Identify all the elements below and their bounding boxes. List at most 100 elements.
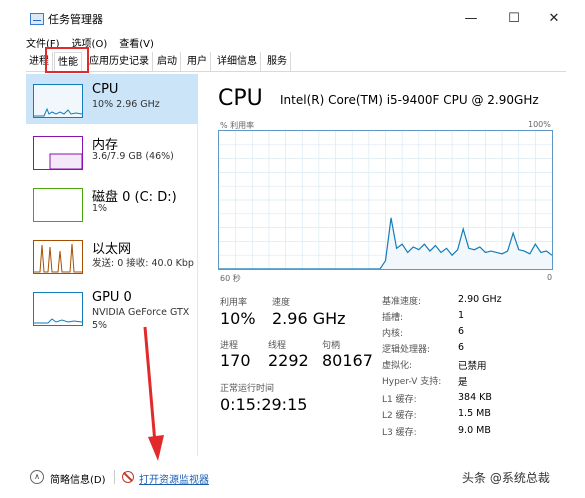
ethernet-thumbnail-graph <box>33 240 83 274</box>
tab-users[interactable]: 用户 <box>184 52 211 72</box>
sidebar-item-label: GPU 0 <box>92 290 132 305</box>
close-button[interactable]: ✕ <box>540 8 568 30</box>
speed-label: 速度 <box>272 298 291 308</box>
sidebar-item-detail: 3.6/7.9 GB (46%) <box>92 151 174 162</box>
sidebar-item-detail: 1% <box>92 203 108 214</box>
threads-value: 2292 <box>268 351 309 370</box>
minimize-button[interactable]: — <box>457 8 485 30</box>
cpu-data-point <box>501 253 503 255</box>
sidebar-item-disk[interactable]: 磁盘 0 (C: D:) 1% <box>26 178 198 228</box>
utilization-label: 利用率 <box>220 298 248 308</box>
cpu-data-point <box>401 243 403 245</box>
watermark-text: 头条 @系统总裁 <box>462 471 550 485</box>
processes-label: 进程 <box>220 341 239 351</box>
tab-details[interactable]: 详细信息 <box>214 52 261 72</box>
cpu-data-point <box>479 246 481 248</box>
tab-bar: 进程 性能 应用历史记录 启动 用户 详细信息 服务 <box>26 52 566 73</box>
detail-value: 1.5 MB <box>458 408 491 419</box>
tab-app-history[interactable]: 应用历史记录 <box>86 52 153 72</box>
uptime-value: 0:15:29:15 <box>220 395 308 414</box>
title-bar: 任务管理器 — ☐ ✕ <box>0 0 585 34</box>
sidebar-item-label: CPU <box>92 82 119 97</box>
cpu-data-point <box>485 252 486 253</box>
footer-divider <box>114 470 115 484</box>
detail-value: 6 <box>458 342 465 353</box>
cpu-data-point <box>451 254 453 256</box>
cpu-data-point <box>407 252 409 253</box>
detail-value: 6 <box>458 326 465 337</box>
task-manager-app-icon <box>30 13 44 25</box>
cpu-data-point <box>507 250 508 252</box>
cpu-data-point <box>412 246 414 248</box>
cpu-data-point <box>396 247 397 249</box>
detail-value: 2.90 GHz <box>458 294 502 305</box>
cpu-data-point <box>468 247 470 249</box>
threads-label: 线程 <box>268 341 287 351</box>
cpu-utilization-graph <box>218 130 553 270</box>
cpu-data-point <box>540 252 542 253</box>
detail-value: 已禁用 <box>458 361 487 372</box>
cpu-data-point <box>518 249 520 251</box>
cpu-data-point <box>390 217 392 219</box>
disk-thumbnail-graph <box>33 188 83 222</box>
cpu-data-point <box>462 228 464 230</box>
open-resource-monitor-link[interactable]: 打开资源监视器 <box>139 471 209 486</box>
graph-x-end-label: 0 <box>547 273 553 282</box>
tab-services[interactable]: 服务 <box>264 52 291 72</box>
cpu-data-point <box>512 232 514 234</box>
detail-label: 逻辑处理器: <box>382 345 431 355</box>
menu-view[interactable]: 查看(V) <box>119 35 154 51</box>
handles-label: 句柄 <box>322 341 341 351</box>
graph-x-start-label: 60 秒 <box>220 274 241 283</box>
resource-sidebar: CPU 10% 2.96 GHz 内存 3.6/7.9 GB (46%) 磁盘 … <box>26 74 198 456</box>
sidebar-item-detail: 10% 2.96 GHz <box>92 99 160 110</box>
red-annotation-arrow <box>143 326 164 461</box>
cpu-data-point <box>418 249 420 251</box>
detail-label: L2 缓存: <box>382 411 417 421</box>
chevron-up-icon[interactable]: ∧ <box>30 470 44 484</box>
detail-label: 基准速度: <box>382 297 422 307</box>
detail-label: 虚拟化: <box>382 361 413 371</box>
detail-value: 384 KB <box>458 392 492 403</box>
resource-monitor-icon[interactable] <box>122 471 134 483</box>
sidebar-item-cpu[interactable]: CPU 10% 2.96 GHz <box>26 74 198 124</box>
cpu-data-point <box>490 250 492 252</box>
detail-label: 插槽: <box>382 313 404 323</box>
gpu-thumbnail-graph <box>33 292 83 326</box>
detail-value: 1 <box>458 310 465 321</box>
page-title: CPU <box>218 86 263 111</box>
memory-thumbnail-graph <box>33 136 83 170</box>
speed-value: 2.96 GHz <box>272 309 346 328</box>
sidebar-item-detail: 发送: 0 接收: 40.0 Kbp <box>92 258 194 269</box>
cpu-data-point <box>534 243 536 245</box>
cpu-data-point <box>429 250 431 252</box>
uptime-label: 正常运行时间 <box>220 384 275 394</box>
graph-y-max-label: 100% <box>528 120 551 129</box>
cpu-data-point <box>446 247 447 249</box>
cpu-data-point <box>529 253 531 255</box>
cpu-thumbnail-graph <box>33 84 83 118</box>
sidebar-item-memory[interactable]: 内存 3.6/7.9 GB (46%) <box>26 126 198 176</box>
sidebar-item-gpu[interactable]: GPU 0 NVIDIA GeForce GTX 5% <box>26 282 198 332</box>
cpu-data-point <box>440 252 442 253</box>
cpu-data-point <box>385 260 386 262</box>
cpu-data-point <box>523 250 525 252</box>
maximize-button[interactable]: ☐ <box>500 8 528 30</box>
handles-value: 80167 <box>322 351 373 370</box>
tab-startup[interactable]: 启动 <box>154 52 181 72</box>
performance-tab-highlight-box <box>45 47 89 73</box>
utilization-value: 10% <box>220 309 256 328</box>
detail-value: 9.0 MB <box>458 425 491 436</box>
processes-value: 170 <box>220 351 251 370</box>
cpu-data-point <box>435 245 436 246</box>
detail-label: L3 缓存: <box>382 428 417 438</box>
detail-label: 内核: <box>382 329 404 339</box>
window-title: 任务管理器 <box>48 13 103 26</box>
cpu-model-name: Intel(R) Core(TM) i5-9400F CPU @ 2.90GHz <box>280 93 539 107</box>
cpu-data-point <box>546 250 547 252</box>
fewer-details-button[interactable]: 简略信息(D) <box>50 471 106 486</box>
sidebar-item-detail-2: 5% <box>92 320 108 331</box>
cpu-data-point <box>423 243 425 245</box>
detail-label: L1 缓存: <box>382 395 417 405</box>
sidebar-item-ethernet[interactable]: 以太网 发送: 0 接收: 40.0 Kbp <box>26 230 198 280</box>
